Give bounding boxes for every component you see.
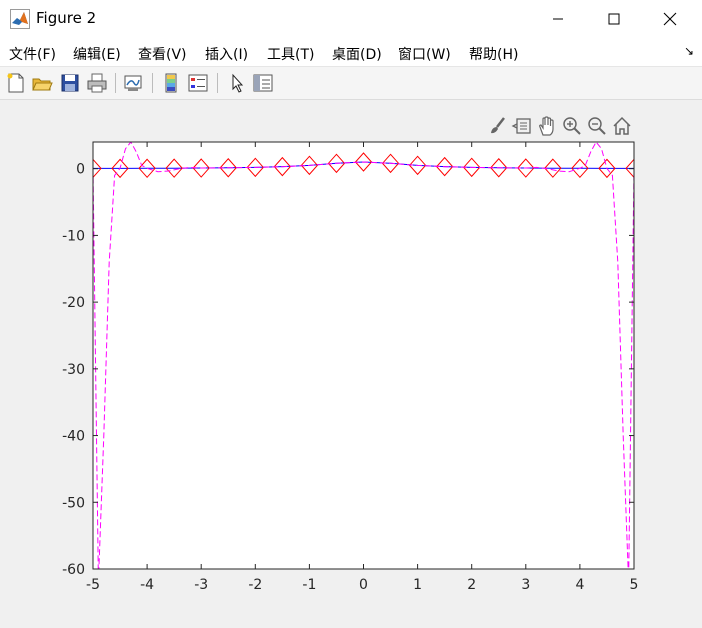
window-title: Figure 2 [36, 9, 97, 27]
link-plot-icon[interactable] [122, 72, 144, 94]
menu-view[interactable]: 查看(V) [138, 44, 187, 64]
property-inspector-icon[interactable] [252, 72, 274, 94]
maximize-button[interactable] [586, 0, 642, 38]
data-tips-icon[interactable] [511, 115, 533, 137]
open-icon[interactable] [31, 72, 53, 94]
figure-canvas-area [0, 100, 702, 628]
menu-window[interactable]: 窗口(W) [398, 44, 451, 64]
menu-bar: 文件(F) 编辑(E) 查看(V) 插入(I) 工具(T) 桌面(D) 窗口(W… [0, 38, 702, 67]
zoom-out-icon[interactable] [586, 115, 608, 137]
close-icon [663, 12, 677, 26]
title-bar: Figure 2 [0, 0, 702, 38]
pan-hand-icon[interactable] [536, 115, 558, 137]
edit-plot-arrow-icon[interactable] [226, 72, 248, 94]
menu-file[interactable]: 文件(F) [9, 44, 56, 64]
menu-tools[interactable]: 工具(T) [267, 44, 314, 64]
save-icon[interactable] [59, 72, 81, 94]
menu-help[interactable]: 帮助(H) [469, 44, 518, 64]
print-icon[interactable] [86, 72, 108, 94]
menu-desktop[interactable]: 桌面(D) [332, 44, 382, 64]
menu-insert[interactable]: 插入(I) [205, 44, 248, 64]
new-figure-icon[interactable] [5, 72, 27, 94]
home-icon[interactable] [611, 115, 633, 137]
toolbar-separator [115, 73, 116, 93]
insert-colorbar-icon[interactable] [160, 72, 182, 94]
minimize-icon [553, 18, 563, 20]
close-button[interactable] [642, 0, 698, 38]
matlab-logo-icon [10, 9, 30, 29]
zoom-in-icon[interactable] [561, 115, 583, 137]
dock-arrow-icon[interactable]: ↘ [684, 44, 694, 58]
toolbar-separator [152, 73, 153, 93]
figure-toolbar [0, 67, 702, 100]
menu-edit[interactable]: 编辑(E) [73, 44, 121, 64]
toolbar-separator [217, 73, 218, 93]
maximize-icon [608, 13, 620, 25]
brush-icon[interactable] [486, 115, 508, 137]
insert-legend-icon[interactable] [187, 72, 209, 94]
minimize-button[interactable] [530, 0, 586, 38]
